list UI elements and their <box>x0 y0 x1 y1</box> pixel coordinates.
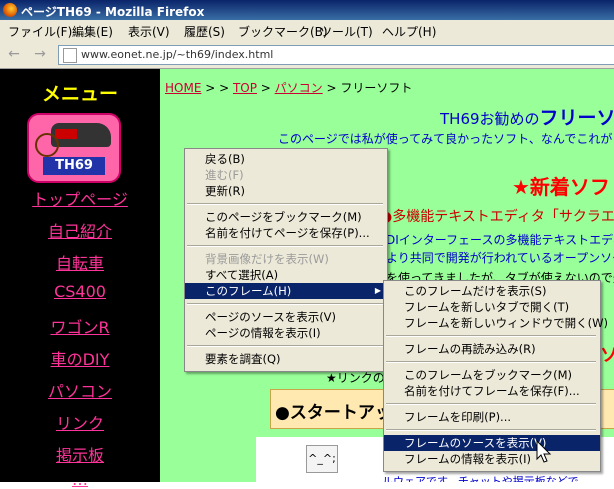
menu-file[interactable]: ファイル(F) <box>8 23 72 40</box>
mouse-cursor-icon <box>536 440 552 463</box>
breadcrumb: HOME > > TOP > パソコン > フリーソフト <box>165 79 412 96</box>
menu-separator <box>386 361 596 363</box>
menu-edit[interactable]: 編集(E) <box>72 23 113 40</box>
menu-bookmarks[interactable]: ブックマーク(B) <box>238 23 328 40</box>
left-menu-frame: メニュー TH69 トップページ 自己紹介 自転車 CS400 ワゴンR 車のD… <box>0 69 160 489</box>
breadcrumb-separator: > > <box>201 81 233 95</box>
menu-separator <box>187 345 383 347</box>
nav-link-pc[interactable]: パソコン <box>0 378 160 402</box>
submenu-bookmark-frame[interactable]: このフレームをブックマーク(M) <box>384 367 600 383</box>
emoticon-icon: ^_^; <box>306 445 338 473</box>
context-this-frame[interactable]: このフレーム(H) ▶ <box>185 283 387 299</box>
context-view-source[interactable]: ページのソースを表示(V) <box>185 309 387 325</box>
navigation-toolbar: ← → www.eonet.ne.jp/~th69/index.html <box>0 42 614 69</box>
nav-link-wagonr[interactable]: ワゴンR <box>0 314 160 338</box>
context-inspect[interactable]: 要素を調査(Q) <box>185 351 387 367</box>
forward-icon[interactable]: → <box>32 46 48 62</box>
breadcrumb-home[interactable]: HOME <box>165 81 201 95</box>
submenu-arrow-icon: ▶ <box>374 286 381 295</box>
item-title: ●多機能テキストエディタ「サクラエ <box>380 209 614 225</box>
breadcrumb-top[interactable]: TOP <box>233 81 257 95</box>
menu-help[interactable]: ヘルプ(H) <box>382 23 436 40</box>
car-window <box>55 129 77 139</box>
frame-submenu: このフレームだけを表示(S) フレームを新しいタブで開く(T) フレームを新しい… <box>383 280 608 472</box>
submenu-save-frame[interactable]: 名前を付けてフレームを保存(F)... <box>384 383 600 399</box>
breadcrumb-separator: > <box>256 81 275 95</box>
context-this-frame-label: このフレーム(H) <box>205 284 292 298</box>
breadcrumb-separator: > <box>322 81 341 95</box>
back-icon[interactable]: ← <box>6 46 22 62</box>
context-menu: 戻る(B) 進む(F) 更新(R) このページをブックマーク(M) 名前を付けて… <box>184 148 388 372</box>
firefox-icon <box>3 3 17 17</box>
item-line-2: より共同で開発が行われているオープンソー <box>386 251 614 265</box>
context-reload[interactable]: 更新(R) <box>185 183 387 199</box>
page-title-prefix: TH69お勧めの <box>440 110 540 128</box>
menu-separator <box>187 245 383 247</box>
menu-separator <box>386 335 596 337</box>
nav-link-top[interactable]: トップページ <box>0 186 160 210</box>
url-text[interactable]: www.eonet.ne.jp/~th69/index.html <box>81 48 273 61</box>
menu-view[interactable]: 表示(V) <box>128 23 170 40</box>
submenu-show-only-frame[interactable]: このフレームだけを表示(S) <box>384 283 600 299</box>
context-back[interactable]: 戻る(B) <box>185 151 387 167</box>
nav-link-links[interactable]: リンク <box>0 410 160 434</box>
menu-heading: メニュー <box>41 83 118 105</box>
context-page-info[interactable]: ページの情報を表示(I) <box>185 325 387 341</box>
menu-separator <box>386 429 596 431</box>
page-title: TH69お勧めのフリーソ <box>440 103 614 130</box>
new-heading: ★新着ソフ <box>512 175 610 199</box>
intro-text: このページでは私が使ってみて良かったソフト、なんでこれがフリー <box>278 132 614 146</box>
partial-heading: ソ <box>600 345 614 366</box>
menu-bar: ファイル(F) 編集(E) 表示(V) 履歴(S) ブックマーク(B) ツール(… <box>0 20 614 43</box>
menu-separator <box>187 303 383 305</box>
context-view-background: 背景画像だけを表示(W) <box>205 252 329 266</box>
submenu-frame-info[interactable]: フレームの情報を表示(I) <box>384 451 600 467</box>
context-select-all[interactable]: すべて選択(A) <box>185 267 387 283</box>
menu-tools[interactable]: ツール(T) <box>320 23 373 40</box>
breadcrumb-current: フリーソフト <box>340 81 413 95</box>
title-bar: ページTH69 - Mozilla Firefox <box>0 0 614 20</box>
window-title: ページTH69 - Mozilla Firefox <box>21 5 205 19</box>
context-save-page[interactable]: 名前を付けてページを保存(P)... <box>185 225 387 241</box>
submenu-open-in-tab[interactable]: フレームを新しいタブで開く(T) <box>384 299 600 315</box>
menu-history[interactable]: 履歴(S) <box>184 23 225 40</box>
nav-link-car-diy[interactable]: 車のDIY <box>0 346 160 370</box>
page-title-strong: フリーソ <box>539 107 614 129</box>
nav-link-bicycle[interactable]: 自転車 <box>0 250 160 274</box>
context-bookmark-page[interactable]: このページをブックマーク(M) <box>185 209 387 225</box>
submenu-view-frame-source[interactable]: フレームのソースを表示(V) <box>384 435 600 451</box>
submenu-open-in-window[interactable]: フレームを新しいウィンドウで開く(W) <box>384 315 608 331</box>
bottom-text: ルウェアです。チャットや掲示板などで <box>382 475 579 482</box>
nav-link-cs400[interactable]: CS400 <box>0 282 160 301</box>
context-forward: 進む(F) <box>205 168 244 182</box>
url-bar[interactable]: www.eonet.ne.jp/~th69/index.html <box>58 45 614 65</box>
item-line-1: DIインターフェースの多機能テキストエディタ <box>386 233 614 247</box>
nav-link-more[interactable]: … <box>0 470 160 489</box>
bicycle-image <box>35 133 59 157</box>
nav-link-profile[interactable]: 自己紹介 <box>0 218 160 242</box>
menu-separator <box>386 403 596 405</box>
logo-label: TH69 <box>43 157 105 175</box>
breadcrumb-pc[interactable]: パソコン <box>275 81 323 95</box>
site-logo[interactable]: TH69 <box>27 113 121 183</box>
submenu-reload-frame[interactable]: フレームの再読み込み(R) <box>384 341 600 357</box>
startup-heading: ●スタートアッ <box>275 403 392 423</box>
nav-link-bbs[interactable]: 掲示板 <box>0 442 160 466</box>
page-icon <box>63 48 77 63</box>
menu-separator <box>187 203 383 205</box>
submenu-print-frame[interactable]: フレームを印刷(P)... <box>384 409 600 425</box>
